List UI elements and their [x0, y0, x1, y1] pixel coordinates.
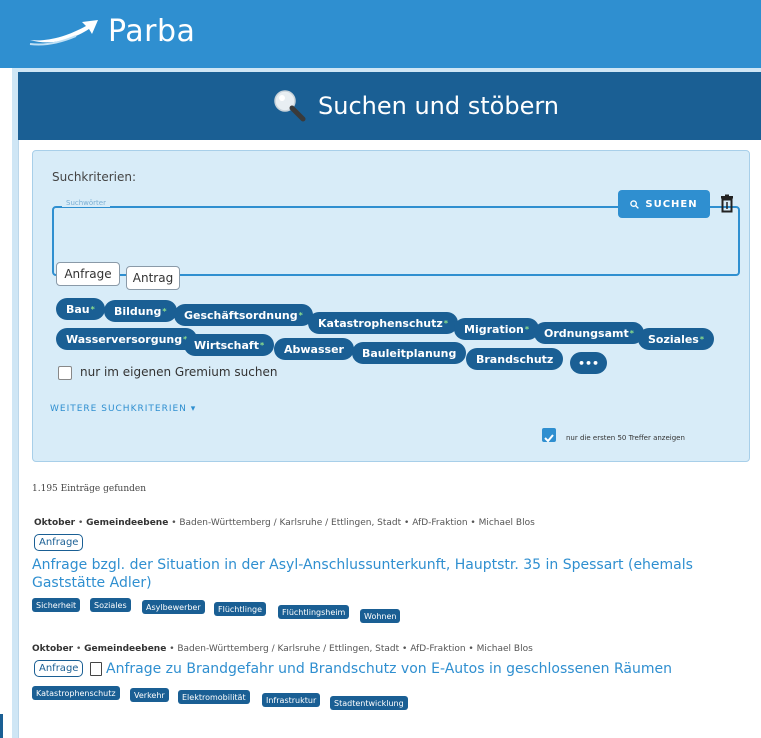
topic-chip[interactable]: Bauleitplanung — [352, 342, 467, 364]
topic-chip[interactable]: Abwasser — [274, 338, 354, 360]
search-button[interactable]: SUCHEN — [618, 190, 710, 218]
topic-chip-label: Bildung — [114, 304, 162, 318]
result-tag[interactable]: Infrastruktur — [262, 693, 321, 707]
own-committee-checkbox[interactable] — [58, 366, 72, 380]
first50-label: nur die ersten 50 Treffer anzeigen — [566, 434, 685, 442]
page-title: Suchen und stöbern — [318, 92, 559, 120]
more-topics-button[interactable]: ••• — [570, 352, 608, 374]
topic-chip-label: Katastrophenschutz — [318, 316, 443, 330]
result-tag[interactable]: Asylbewerber — [142, 600, 205, 614]
topic-chip[interactable]: Bildung * — [104, 300, 177, 322]
search-input[interactable] — [62, 228, 722, 256]
type-chip-antrag[interactable]: Antrag — [126, 266, 180, 290]
topic-chip-label: Wasserversorgung — [66, 332, 183, 346]
document-icon[interactable] — [90, 662, 102, 676]
topic-chip[interactable]: Brandschutz — [466, 348, 564, 370]
app-title[interactable]: Parba — [108, 14, 195, 49]
search-button-label: SUCHEN — [645, 198, 698, 210]
edge-marker — [0, 714, 3, 738]
search-field-label: Suchwörter — [62, 199, 110, 207]
topic-chip[interactable]: Geschäftsordnung * — [174, 304, 313, 326]
result-tag[interactable]: Soziales — [90, 598, 131, 612]
criteria-label: Suchkriterien: — [52, 170, 137, 184]
topic-chip-label: Migration — [464, 322, 524, 336]
topic-chip[interactable]: Wasserversorgung* — [56, 328, 198, 350]
topic-chip-label: Bauleitplanung — [362, 346, 457, 360]
topic-chip-label: Brandschutz — [476, 352, 554, 366]
result-kind-badge[interactable]: Anfrage — [34, 534, 84, 551]
checkmark-icon — [544, 434, 554, 443]
result-month: Oktober — [34, 518, 76, 528]
topic-chip[interactable]: Wirtschaft * — [184, 334, 275, 356]
result-tag[interactable]: Flüchtlinge — [214, 602, 267, 616]
topic-star: * — [699, 334, 705, 344]
logo-icon[interactable] — [28, 18, 100, 48]
more-criteria-link[interactable]: WEITERE SUCHKRITERIEN ▾ — [50, 404, 196, 414]
topic-chip-label: Soziales — [648, 332, 699, 346]
topic-chip-label: Abwasser — [284, 342, 344, 356]
topic-chip[interactable]: Bau * — [56, 298, 105, 320]
result-tag[interactable]: Wohnen — [360, 609, 401, 623]
type-chip-anfrage[interactable]: Anfrage — [56, 262, 120, 286]
result-tag[interactable]: Flüchtlingsheim — [278, 605, 350, 619]
result-tag[interactable]: Verkehr — [130, 688, 169, 702]
topic-chip[interactable]: Ordnungsamt * — [534, 322, 644, 344]
topic-chip[interactable]: Katastrophenschutz * — [308, 312, 458, 334]
result-level: Gemeindeebene — [86, 518, 169, 528]
result-month: Oktober — [32, 644, 74, 654]
ellipsis-icon: ••• — [578, 356, 600, 370]
result-meta: Oktober • Gemeindeebene • Baden-Württemb… — [34, 518, 535, 528]
result-count: 1.195 Einträge gefunden — [32, 484, 146, 494]
topic-star: * — [259, 340, 265, 350]
topic-chip[interactable]: Soziales * — [638, 328, 715, 350]
result-meta-text: • Baden-Württemberg / Karlsruhe / Ettlin… — [166, 644, 533, 654]
result-kind-badge[interactable]: Anfrage — [34, 660, 84, 677]
result-tag[interactable]: Katastrophenschutz — [32, 686, 120, 700]
result-title[interactable]: Anfrage bzgl. der Situation in der Asyl-… — [32, 556, 712, 592]
trash-icon[interactable] — [720, 194, 734, 214]
topic-chip[interactable]: Migration * — [454, 318, 540, 340]
search-icon — [630, 199, 640, 209]
topic-chip-label: Ordnungsamt — [544, 326, 629, 340]
topic-chip-label: Bau — [66, 302, 90, 316]
result-meta: Oktober • Gemeindeebene • Baden-Württemb… — [32, 644, 533, 654]
own-committee-label: nur im eigenen Gremium suchen — [80, 365, 278, 379]
magnifier-icon — [274, 90, 306, 122]
topic-chip-label: Geschäftsordnung — [184, 308, 298, 322]
first50-checkbox[interactable] — [542, 428, 556, 443]
topic-star: * — [162, 306, 167, 316]
topic-star: * — [90, 304, 95, 314]
result-tag[interactable]: Elektromobilität — [178, 690, 250, 704]
result-tag[interactable]: Stadtentwicklung — [330, 696, 408, 710]
topic-star: * — [443, 318, 448, 328]
result-level: Gemeindeebene — [84, 644, 167, 654]
topic-star: * — [524, 324, 530, 334]
result-tag[interactable]: Sicherheit — [32, 598, 81, 612]
result-meta-text: • Baden-Württemberg / Karlsruhe / Ettlin… — [168, 518, 535, 528]
result-title[interactable]: Anfrage zu Brandgefahr und Brandschutz v… — [106, 660, 706, 678]
topic-star: * — [298, 310, 303, 320]
topic-chip-label: Wirtschaft — [194, 338, 259, 352]
topic-star: * — [629, 328, 634, 338]
